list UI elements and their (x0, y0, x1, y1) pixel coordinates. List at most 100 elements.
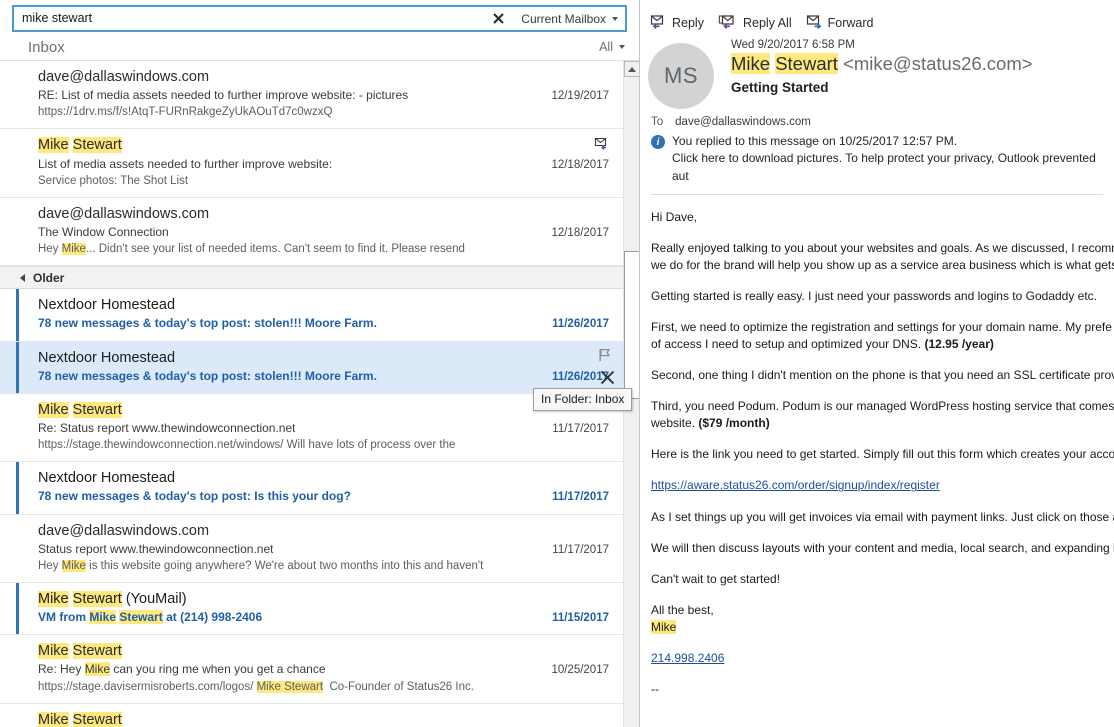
to-recipient[interactable]: dave@dallaswindows.com (675, 116, 811, 128)
outlook-window: mike stewart Current Mailbox Inbox All d… (0, 0, 1114, 727)
info-icon: i (651, 135, 665, 149)
scroll-up-button[interactable] (624, 61, 639, 77)
list-item[interactable]: Nextdoor Homestead 78 new messages & tod… (0, 289, 623, 342)
message-subject: List of media assets needed to further i… (38, 156, 333, 171)
message-preview: https://stage.davisermisroberts.com/logo… (38, 680, 474, 693)
scrollbar-thumb[interactable] (624, 251, 639, 399)
message-sender: Mike Stewart (YouMail) (38, 590, 187, 607)
message-subject: 78 new messages & today's top post: stol… (38, 316, 377, 331)
message-date: 12/18/2017 (551, 158, 609, 171)
message-sender: Nextdoor Homestead (38, 297, 176, 314)
message-sender: dave@dallaswindows.com (38, 69, 210, 85)
row-icons (594, 135, 611, 155)
message-preview: Hey Mike... Didn't see your list of need… (38, 243, 465, 256)
signup-link[interactable]: https://aware.status26.com/order/signup/… (651, 478, 940, 492)
message-date: 11/26/2017 (552, 318, 609, 331)
body-paragraph-9: Can't wait to get started! (651, 571, 781, 586)
flag-icon[interactable] (598, 348, 611, 367)
body-p5-line2: website. (651, 416, 699, 431)
body-paragraph-5: Third, you need Podum. Podum is our mana… (651, 398, 1114, 432)
message-subject: The Window Connection (38, 224, 169, 239)
reply-all-label: Reply All (742, 15, 792, 30)
message-date: 11/17/2017 (552, 543, 609, 556)
message-list-pane: mike stewart Current Mailbox Inbox All d… (0, 0, 640, 727)
reply-all-button[interactable]: Reply All (718, 13, 792, 32)
from-line: Mike Stewart <mike@status26.com> (731, 53, 1033, 74)
list-item[interactable]: Mike Stewart (0, 703, 623, 727)
filter-label: All (599, 40, 613, 54)
clear-search-icon[interactable] (485, 7, 511, 30)
reply-all-envelope-icon (718, 13, 740, 32)
email-subject: Getting Started (731, 80, 829, 95)
list-item[interactable]: dave@dallaswindows.com RE: List of media… (0, 61, 623, 130)
list-item[interactable]: dave@dallaswindows.com The Window Connec… (0, 197, 623, 267)
download-pictures-text[interactable]: Click here to download pictures. To help… (672, 150, 1114, 185)
list-header: Inbox All (0, 34, 639, 60)
message-sender: dave@dallaswindows.com (38, 522, 210, 539)
message-preview: Hey Mike is this website going anywhere?… (38, 559, 484, 572)
chevron-down-icon (612, 16, 618, 21)
info-bar[interactable]: i You replied to this message on 10/25/2… (640, 128, 1114, 185)
forward-label: Forward (827, 15, 874, 30)
filter-dropdown[interactable]: All (599, 40, 625, 54)
body-p3-line1: First, we need to optimize the registrat… (651, 320, 1112, 335)
message-sender: Mike Stewart (38, 401, 122, 418)
avatar: MS (648, 43, 714, 109)
message-subject: 78 new messages & today's top post: Is t… (38, 489, 351, 504)
body-paragraph-3: First, we need to optimize the registrat… (651, 319, 1114, 353)
search-scope-dropdown[interactable]: Current Mailbox (512, 7, 625, 30)
message-header-details: Wed 9/20/2017 6:58 PM Mike Stewart <mike… (714, 37, 1033, 109)
message-preview: https://stage.thewindowconnection.net/wi… (38, 439, 456, 452)
sent-timestamp: Wed 9/20/2017 6:58 PM (731, 39, 855, 51)
tooltip-in-folder: In Folder: Inbox (533, 388, 633, 411)
message-sender: dave@dallaswindows.com (38, 205, 210, 222)
collapse-triangle-icon (20, 273, 25, 282)
message-date: 11/17/2017 (552, 491, 609, 504)
message-header: MS Wed 9/20/2017 6:58 PM Mike Stewart <m… (640, 34, 1114, 109)
to-line: To dave@dallaswindows.com (640, 109, 1114, 128)
message-subject: 78 new messages & today's top post: stol… (38, 368, 377, 383)
closing-text: All the best, (651, 602, 714, 617)
list-item[interactable]: Mike Stewart (YouMail) VM from Mike Stew… (0, 582, 623, 636)
from-address: <mike@status26.com> (843, 53, 1033, 74)
body-paragraph-8: We will then discuss layouts with your c… (651, 540, 1114, 555)
message-date: 11/17/2017 (552, 422, 609, 435)
search-box[interactable]: mike stewart Current Mailbox (12, 5, 627, 32)
forward-envelope-icon (806, 13, 825, 32)
message-date: 11/15/2017 (552, 612, 609, 625)
list-item[interactable]: Mike Stewart List of media assets needed… (0, 129, 623, 198)
list-item[interactable]: Mike Stewart Re: Status report www.thewi… (0, 393, 623, 463)
replied-envelope-icon (594, 135, 611, 155)
price-domain: (12.95 /year) (924, 337, 994, 352)
search-input-value: mike stewart (22, 11, 93, 26)
search-input[interactable]: mike stewart (14, 7, 485, 30)
message-sender: Mike Stewart (38, 711, 122, 727)
list-item[interactable]: dave@dallaswindows.com Status report www… (0, 514, 623, 583)
list-item[interactable]: Nextdoor Homestead 78 new messages & tod… (0, 462, 623, 515)
message-date: 10/25/2017 (551, 664, 609, 677)
phone-link[interactable]: 214.998.2406 (651, 651, 724, 665)
body-closing: All the best, Mike (651, 602, 1114, 636)
body-p5-line1: Third, you need Podum. Podum is our mana… (651, 399, 1114, 414)
body-p1-line2: we do for the brand will help you show u… (651, 258, 1114, 273)
group-header-label: Older (33, 270, 65, 285)
forward-button[interactable]: Forward (806, 13, 874, 32)
message-subject: VM from Mike Stewart at (214) 998-2406 (38, 610, 263, 625)
body-paragraph-1: Really enjoyed talking to you about your… (651, 240, 1114, 274)
group-header-older[interactable]: Older (0, 266, 623, 290)
body-paragraph-7: As I set things up you will get invoices… (651, 509, 1114, 524)
list-item[interactable]: Mike Stewart Re: Hey Mike can you ring m… (0, 635, 623, 704)
reply-button[interactable]: Reply (650, 13, 704, 32)
message-sender: Nextdoor Homestead (38, 470, 176, 487)
message-subject: Status report www.thewindowconnection.ne… (38, 541, 274, 556)
signature-divider: -- (651, 681, 659, 696)
chevron-down-icon (619, 45, 625, 49)
search-scope-label: Current Mailbox (521, 11, 606, 26)
body-p1-line1: Really enjoyed talking to you about your… (651, 241, 1114, 256)
list-item-selected[interactable]: Nextdoor Homestead 78 new messages & tod… (0, 341, 623, 394)
body-paragraph-2: Getting started is really easy. I just n… (651, 289, 1098, 304)
signature-name: Mike (651, 619, 677, 634)
delete-message-icon[interactable] (600, 370, 615, 388)
body-paragraph-4: Second, one thing I didn't mention on th… (651, 368, 1114, 383)
reading-pane: Reply Reply All Forward MS Wed 9/20/2017… (640, 0, 1114, 727)
